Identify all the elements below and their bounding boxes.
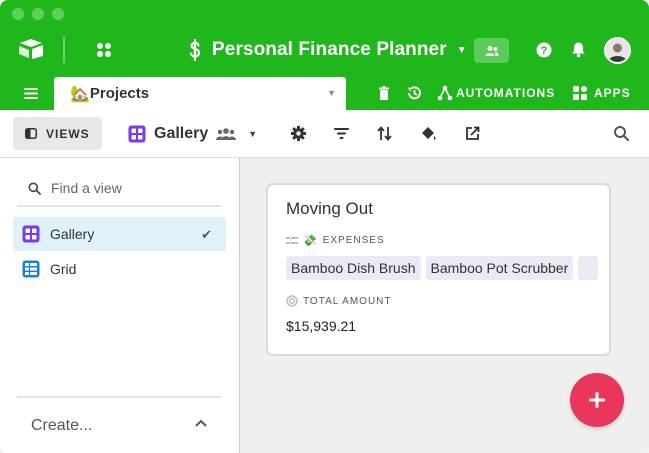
card-title: Moving Out <box>286 199 373 218</box>
create-view-button[interactable]: Create... <box>31 417 92 435</box>
gear-icon[interactable] <box>290 125 307 142</box>
automations-icon[interactable] <box>437 85 453 101</box>
grid-view-icon <box>22 260 40 278</box>
airtable-logo-icon[interactable] <box>18 38 44 60</box>
sort-icon[interactable] <box>376 125 393 142</box>
bases-grid-icon[interactable] <box>96 42 112 58</box>
table-emoji: 🏡 <box>70 85 90 103</box>
hamburger-menu-icon[interactable] <box>23 87 39 100</box>
collaborative-view-icon <box>216 128 237 140</box>
views-sidebar: Gallery ✔ Grid Create... <box>0 158 240 453</box>
current-view-name: Gallery <box>154 125 209 142</box>
base-title: Personal Finance Planner <box>212 39 447 60</box>
expense-chip[interactable]: Bamboo Pot Scrubber <box>425 256 574 280</box>
paint-bucket-icon[interactable] <box>420 125 437 142</box>
history-icon[interactable] <box>406 85 422 101</box>
expenses-chips: Bamboo Dish Brush Bamboo Pot Scrubber <box>286 256 599 280</box>
chevron-up-icon[interactable] <box>194 418 208 428</box>
avatar[interactable] <box>604 37 631 64</box>
gallery-area: Moving Out 💸 EXPENSES Bamboo Dish Brush … <box>241 158 649 453</box>
expense-chip[interactable]: Bamboo Dish Brush <box>286 256 421 280</box>
linked-records-icon <box>286 236 298 244</box>
minimize-window-button[interactable] <box>32 8 44 20</box>
gallery-view-icon <box>128 125 146 143</box>
table-tab-label: Projects <box>89 85 150 102</box>
sidebar-item-label: Gallery <box>50 226 95 242</box>
sidebar-item-gallery[interactable]: Gallery ✔ <box>13 217 226 251</box>
expense-chip-overflow <box>578 256 599 280</box>
chevron-down-icon: ▼ <box>456 44 467 56</box>
gallery-view-icon <box>22 225 40 243</box>
current-view-button[interactable]: Gallery ▼ <box>128 122 257 146</box>
base-title-button[interactable]: Personal Finance Planner ▼ <box>186 36 467 64</box>
chevron-down-icon[interactable]: ▼ <box>327 88 336 98</box>
table-tab-bar: 🏡 Projects ▼ AUTOMATIONS APPS <box>0 77 649 110</box>
plus-icon <box>589 392 605 408</box>
sidebar-item-grid[interactable]: Grid <box>13 252 226 286</box>
maximize-window-button[interactable] <box>52 8 64 20</box>
total-amount-field-label: TOTAL AMOUNT <box>286 295 392 307</box>
find-view-input[interactable] <box>51 180 211 196</box>
user-avatar-icon <box>606 39 629 62</box>
dollar-icon <box>189 38 201 62</box>
share-button[interactable] <box>474 38 509 63</box>
view-toolbar: VIEWS Gallery ▼ <box>0 110 649 158</box>
help-icon[interactable]: ? <box>536 42 552 58</box>
app-window: Personal Finance Planner ▼ ? 🏡 Projects … <box>0 0 649 453</box>
filter-icon[interactable] <box>333 125 350 142</box>
close-window-button[interactable] <box>12 8 24 20</box>
search-icon[interactable] <box>613 125 630 142</box>
top-bar: Personal Finance Planner ▼ ? <box>0 0 649 77</box>
topbar-divider <box>63 37 65 63</box>
views-label: VIEWS <box>46 126 90 141</box>
check-icon: ✔ <box>201 227 212 242</box>
sidebar-divider <box>17 396 221 398</box>
sidebar-item-label: Grid <box>50 261 77 277</box>
total-amount-value: $15,939.21 <box>286 318 357 334</box>
tab-projects[interactable]: 🏡 Projects ▼ <box>54 77 346 110</box>
find-view-search <box>17 171 221 207</box>
collaborators-icon <box>485 45 498 56</box>
rollup-icon <box>286 295 298 307</box>
automations-button[interactable]: AUTOMATIONS <box>456 86 555 100</box>
apps-button[interactable]: APPS <box>594 86 631 100</box>
bell-icon[interactable] <box>570 41 587 58</box>
views-toggle-button[interactable]: VIEWS <box>13 117 102 150</box>
search-icon <box>28 182 41 195</box>
window-controls <box>12 8 64 20</box>
expenses-field-label: 💸 EXPENSES <box>286 234 385 247</box>
apps-icon[interactable] <box>572 85 588 101</box>
sidebar-toggle-icon <box>25 128 37 139</box>
share-view-icon[interactable] <box>464 125 481 142</box>
gallery-card[interactable]: Moving Out 💸 EXPENSES Bamboo Dish Brush … <box>266 183 611 356</box>
money-emoji: 💸 <box>303 235 318 247</box>
svg-text:?: ? <box>541 45 548 57</box>
expenses-label: EXPENSES <box>322 235 385 246</box>
total-amount-label: TOTAL AMOUNT <box>303 295 392 307</box>
add-record-button[interactable] <box>570 373 624 427</box>
trash-icon[interactable] <box>376 85 392 101</box>
chevron-down-icon: ▼ <box>248 129 258 139</box>
